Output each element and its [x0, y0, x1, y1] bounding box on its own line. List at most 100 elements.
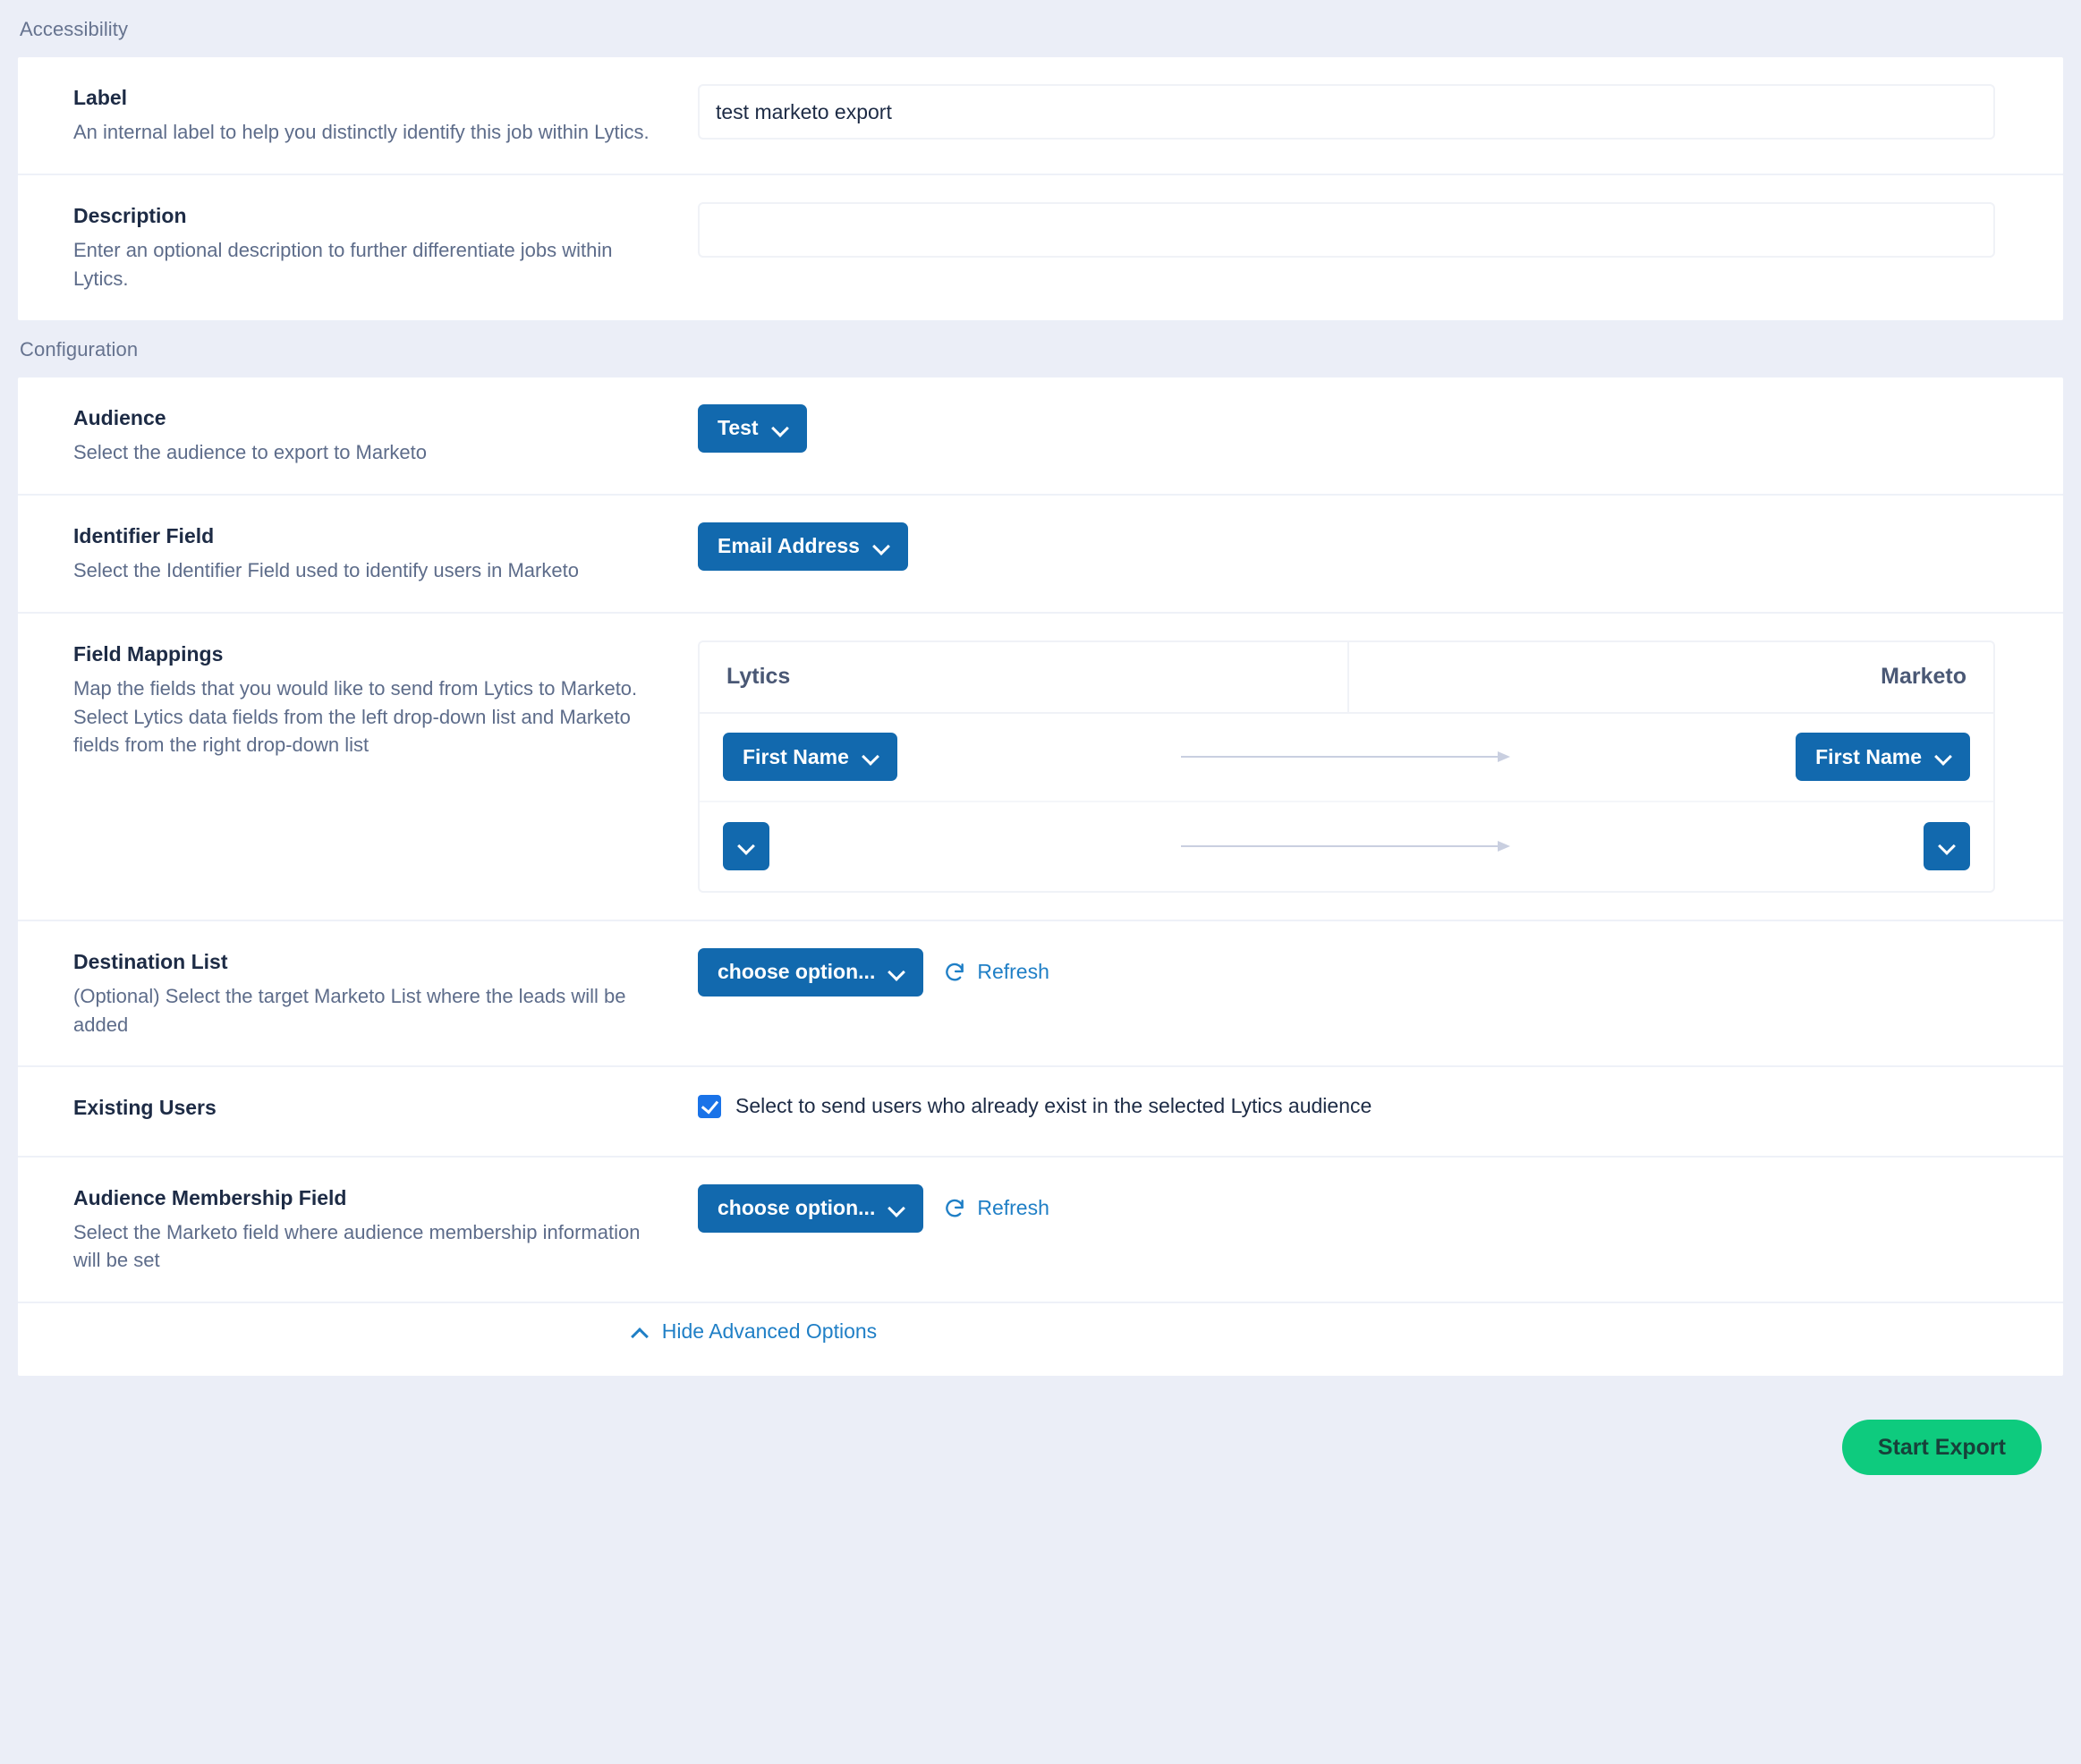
row-existing-users-text-block: Existing Users: [18, 1094, 698, 1128]
description-input[interactable]: [698, 201, 1995, 258]
row-field-mappings-text-block: Field Mappings Map the fields that you w…: [18, 640, 698, 760]
description-field-title: Description: [73, 203, 187, 227]
audience-membership-field-title: Audience Membership Field: [73, 1185, 347, 1209]
chevron-down-icon: [889, 1201, 904, 1216]
existing-users-checkbox-label: Select to send users who already exist i…: [735, 1094, 1372, 1118]
identifier-field-title: Identifier Field: [73, 523, 215, 547]
refresh-icon: [946, 1199, 964, 1217]
row-description-control: [698, 201, 2063, 258]
label-field-title: Label: [73, 86, 128, 109]
destination-list-refresh-label: Refresh: [977, 960, 1049, 984]
card-bottom-padding: [18, 1353, 2063, 1376]
chevron-down-icon: [1936, 750, 1950, 764]
destination-list-title: Destination List: [73, 949, 228, 973]
row-existing-users-control: Select to send users who already exist i…: [698, 1094, 2063, 1118]
label-field-description: An internal label to help you distinctly…: [73, 121, 650, 144]
existing-users-checkbox[interactable]: [698, 1094, 721, 1118]
chevron-down-icon: [739, 839, 753, 853]
accessibility-card: Label An internal label to help you dist…: [18, 57, 2063, 320]
row-audience-text-block: Audience Select the audience to export t…: [18, 404, 698, 467]
audience-membership-refresh-button[interactable]: Refresh: [943, 1196, 1049, 1220]
identifier-field-description: Select the Identifier Field used to iden…: [73, 558, 579, 581]
description-field-description: Enter an optional description to further…: [73, 238, 613, 290]
row-audience-membership-control: choose option... Refresh: [698, 1183, 2063, 1233]
destination-list-dropdown-label: choose option...: [718, 960, 876, 984]
field-mappings-header: Lytics Marketo: [700, 640, 1993, 714]
row-description: Description Enter an optional descriptio…: [18, 175, 2063, 320]
hide-advanced-options-toggle[interactable]: Hide Advanced Options: [632, 1319, 877, 1344]
row-field-mappings-control: Lytics Marketo First Name First Name: [698, 640, 2063, 893]
chevron-down-icon: [1940, 839, 1954, 853]
row-destination-control: choose option... Refresh: [698, 947, 2063, 996]
mapping-row-1-right-cell: [1648, 822, 1970, 871]
row-label-text-block: Label An internal label to help you dist…: [18, 84, 698, 147]
row-audience-control: Test: [698, 403, 2063, 453]
row-field-mappings: Field Mappings Map the fields that you w…: [18, 614, 2063, 921]
configuration-card: Audience Select the audience to export t…: [18, 377, 2063, 1377]
mapping-row-0-lytics-label: First Name: [743, 744, 849, 768]
mapping-row-0-marketo-label: First Name: [1815, 744, 1922, 768]
existing-users-checkbox-group[interactable]: Select to send users who already exist i…: [698, 1094, 2009, 1118]
destination-list-description: (Optional) Select the target Marketo Lis…: [73, 984, 626, 1036]
row-label: Label An internal label to help you dist…: [18, 57, 2063, 175]
chevron-up-icon: [632, 1327, 648, 1337]
section-header-configuration: Configuration: [20, 337, 139, 360]
audience-membership-controls: choose option... Refresh: [698, 1183, 2009, 1233]
destination-list-dropdown[interactable]: choose option...: [698, 947, 924, 996]
label-input[interactable]: [698, 84, 1995, 140]
row-audience-membership-field: Audience Membership Field Select the Mar…: [18, 1158, 2063, 1304]
export-job-config-page: Accessibility Label An internal label to…: [0, 0, 2081, 1764]
mapping-row-1-lytics-dropdown[interactable]: [723, 822, 769, 871]
destination-list-controls: choose option... Refresh: [698, 947, 2009, 996]
field-mappings-table: Lytics Marketo First Name First Name: [698, 640, 1995, 893]
hide-advanced-options-label: Hide Advanced Options: [661, 1319, 878, 1344]
row-identifier-text-block: Identifier Field Select the Identifier F…: [18, 522, 698, 585]
mapping-row-0-right-cell: First Name: [1648, 733, 1970, 782]
mapping-row-0-arrow: [1045, 749, 1648, 765]
field-mappings-title: Field Mappings: [73, 641, 224, 666]
chevron-down-icon: [863, 750, 878, 764]
mapping-row-0-lytics-dropdown[interactable]: First Name: [723, 733, 897, 782]
row-existing-users: Existing Users Select to send users who …: [18, 1067, 2063, 1158]
chevron-down-icon: [773, 421, 787, 436]
row-identifier-field: Identifier Field Select the Identifier F…: [18, 496, 2063, 614]
identifier-field-dropdown-label: Email Address: [718, 534, 860, 558]
audience-dropdown[interactable]: Test: [698, 403, 807, 453]
audience-description: Select the audience to export to Marketo: [73, 440, 428, 463]
destination-list-refresh-button[interactable]: Refresh: [943, 960, 1049, 984]
audience-title: Audience: [73, 405, 166, 429]
audience-membership-field-dropdown[interactable]: choose option...: [698, 1183, 924, 1233]
identifier-field-dropdown[interactable]: Email Address: [698, 522, 908, 571]
mapping-row-0-marketo-dropdown[interactable]: First Name: [1796, 733, 1970, 782]
mapping-row-1-left-cell: [723, 822, 1045, 871]
section-header-accessibility: Accessibility: [20, 18, 129, 40]
field-mappings-col-marketo: Marketo: [1881, 664, 1966, 690]
page-footer: Start Export: [0, 1376, 2081, 1519]
mapping-row-0-left-cell: First Name: [723, 733, 1045, 782]
audience-membership-field-description: Select the Marketo field where audience …: [73, 1220, 641, 1272]
arrow-right-icon: [1181, 841, 1510, 852]
audience-membership-refresh-label: Refresh: [977, 1196, 1049, 1220]
chevron-down-icon: [889, 965, 904, 980]
row-destination-text-block: Destination List (Optional) Select the t…: [18, 948, 698, 1039]
mapping-row-1-arrow: [1045, 838, 1648, 854]
audience-dropdown-label: Test: [718, 416, 759, 440]
mapping-row-1-marketo-dropdown[interactable]: [1924, 822, 1970, 871]
field-mappings-col-lytics: Lytics: [700, 640, 1349, 713]
start-export-button[interactable]: Start Export: [1841, 1420, 2042, 1476]
chevron-down-icon: [874, 539, 888, 554]
row-label-control: [698, 84, 2063, 140]
refresh-icon: [946, 963, 964, 981]
existing-users-title: Existing Users: [73, 1096, 217, 1120]
field-mappings-description: Map the fields that you would like to se…: [73, 676, 638, 757]
row-audience: Audience Select the audience to export t…: [18, 377, 2063, 496]
table-row: [700, 802, 1993, 891]
row-destination-list: Destination List (Optional) Select the t…: [18, 921, 2063, 1068]
row-identifier-control: Email Address: [698, 522, 2063, 571]
table-row: First Name First Name: [700, 714, 1993, 802]
arrow-right-icon: [1181, 751, 1510, 763]
audience-membership-field-dropdown-label: choose option...: [718, 1196, 876, 1220]
row-audience-membership-text-block: Audience Membership Field Select the Mar…: [18, 1184, 698, 1276]
advanced-options-row: Hide Advanced Options: [18, 1303, 2063, 1353]
row-description-text-block: Description Enter an optional descriptio…: [18, 202, 698, 293]
